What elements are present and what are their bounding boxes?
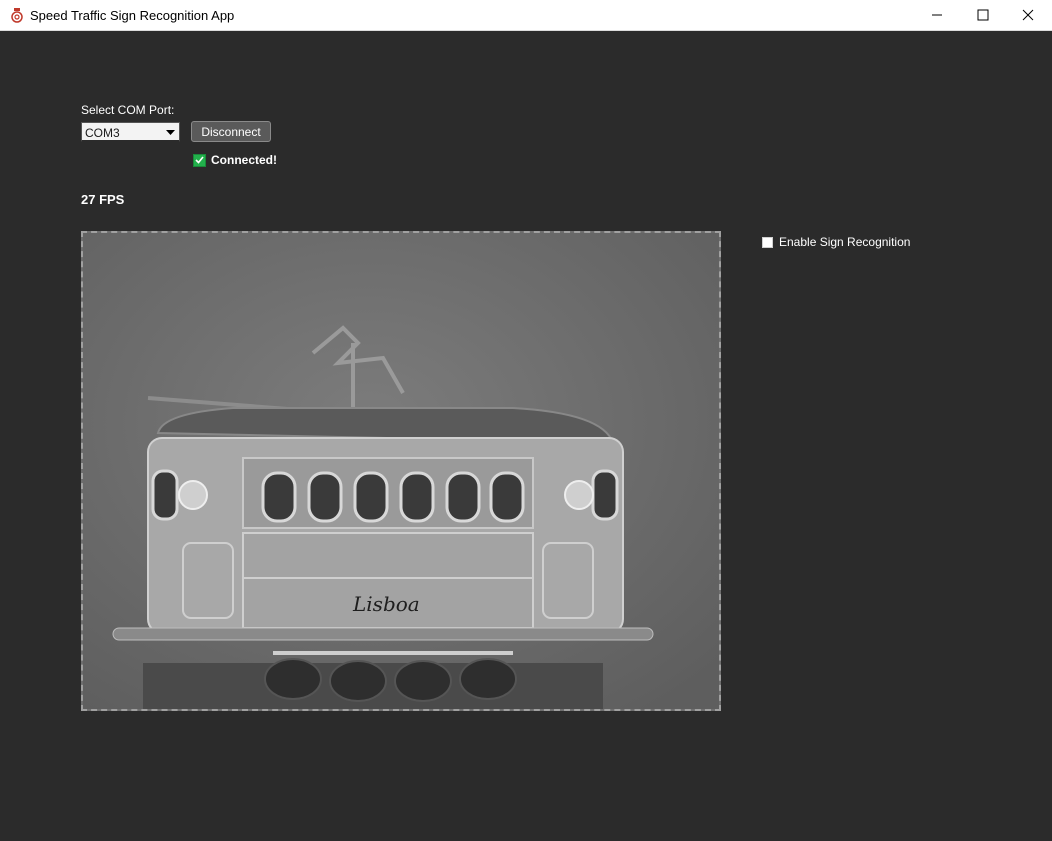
checkbox-box[interactable] [762, 236, 773, 248]
close-button[interactable] [1005, 0, 1051, 30]
status-text: Connected! [211, 153, 277, 167]
title-bar: Speed Traffic Sign Recognition App [0, 0, 1052, 31]
checkmark-icon [193, 153, 206, 167]
minimize-icon [932, 14, 942, 16]
com-port-select[interactable]: COM3 [81, 122, 180, 142]
camera-feed: Lisboa [81, 231, 721, 711]
tram-sign: Lisboa [352, 592, 420, 616]
minimize-button[interactable] [914, 0, 960, 30]
disconnect-button[interactable]: Disconnect [191, 121, 271, 142]
enable-recognition-checkbox[interactable]: Enable Sign Recognition [762, 235, 910, 249]
enable-recognition-label: Enable Sign Recognition [779, 235, 911, 249]
camera-image: Lisboa [83, 233, 719, 709]
maximize-icon [977, 9, 989, 21]
com-port-label: Select COM Port: [81, 103, 175, 117]
window-title: Speed Traffic Sign Recognition App [30, 8, 235, 23]
com-port-value: COM3 [85, 126, 120, 140]
close-icon [1022, 9, 1034, 21]
app-icon [11, 8, 23, 23]
connection-status: Connected! [193, 153, 277, 167]
fps-counter: 27 FPS [81, 192, 125, 207]
chevron-down-icon [164, 125, 177, 139]
maximize-button[interactable] [960, 0, 1006, 30]
